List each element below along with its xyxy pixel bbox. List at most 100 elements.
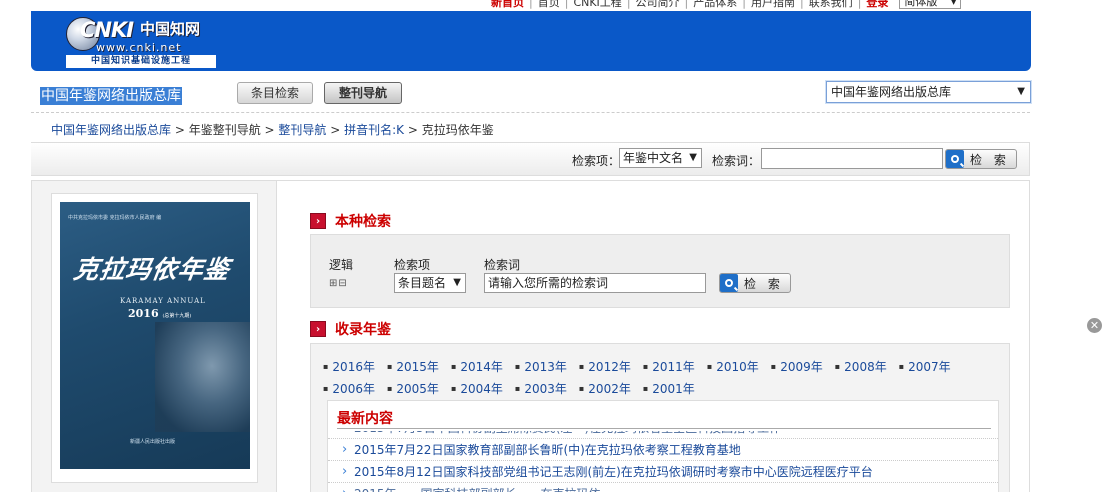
cover-english: KARAMAY ANNUAL <box>120 297 206 305</box>
year-link[interactable]: 2001年 <box>643 378 695 400</box>
cover-photo <box>155 322 250 432</box>
list-item[interactable]: 2015年……国家科技部副部长……在克拉玛依…… <box>328 483 998 492</box>
section-header-search: › 本种检索 <box>310 211 391 231</box>
breadcrumb: 中国年鉴网络出版总库 > 年鉴整刊导航 > 整刊导航 > 拼音刊名:K > 克拉… <box>51 121 494 138</box>
tab-entry-search[interactable]: 条目检索 <box>237 82 313 104</box>
tab-full-navigation[interactable]: 整刊导航 <box>324 82 402 104</box>
database-select[interactable]: 中国年鉴网络出版总库 ▼ <box>826 81 1031 103</box>
arrow-right-icon: › <box>310 213 326 229</box>
nav-new-home[interactable]: 新首页 <box>486 0 529 10</box>
breadcrumb-bar: 中国年鉴网络出版总库 > 年鉴整刊导航 > 整刊导航 > 拼音刊名:K > 克拉… <box>31 112 1030 142</box>
add-remove-row-icon[interactable]: ⊞⊟ <box>329 278 348 289</box>
year-link[interactable]: 2004年 <box>451 378 503 400</box>
section-title: 本种检索 <box>335 214 391 230</box>
breadcrumb-item[interactable]: 中国年鉴网络出版总库 <box>51 123 171 137</box>
nav-about[interactable]: 公司简介 <box>631 0 685 10</box>
year-link[interactable]: 2016年 <box>323 356 375 378</box>
field-select-value: 条目题名 <box>398 276 447 290</box>
logo-chinese: 中国知网 <box>140 20 201 38</box>
logo-url: www.cnki.net <box>96 41 182 54</box>
years-box: 2016年 2015年 2014年 2013年 2012年 2011年 2010年 2009年… <box>310 343 1010 492</box>
in-yearbook-search-form: 逻辑 检索项 检索词 ⊞⊟ 条目题名 ▼ 请输入您所需的检索词 检 索 <box>310 234 1010 308</box>
search-term-label: 检索词： <box>712 154 761 168</box>
cover-publisher-bottom: 新疆人民出版社出版 <box>130 439 176 445</box>
chevron-down-icon: ▼ <box>689 152 697 163</box>
year-link[interactable]: 2014年 <box>451 356 503 378</box>
year-link[interactable]: 2005年 <box>387 378 439 400</box>
divider <box>337 428 991 429</box>
breadcrumb-sep: > <box>326 123 345 137</box>
cnki-logo[interactable]: CNKI 中国知网 www.cnki.net 中国知识基础设施工程 <box>66 15 216 68</box>
nav-login[interactable]: 登录 <box>861 0 893 10</box>
year-link[interactable]: 2006年 <box>323 378 375 400</box>
breadcrumb-item: 年鉴整刊导航 <box>188 123 261 137</box>
nav-cnki-project[interactable]: CNKI工程 <box>568 0 626 10</box>
close-icon[interactable]: ✕ <box>1087 318 1102 333</box>
year-link[interactable]: 2013年 <box>515 356 567 378</box>
term-input[interactable]: 请输入您所需的检索词 <box>484 273 706 293</box>
chevron-down-icon: ▼ <box>453 277 461 288</box>
search-button-label: 检 索 <box>970 152 1010 167</box>
list-item[interactable]: 2015年8月12日国家科技部党组书记王志刚(前左)在克拉玛依调研时考察市中心医… <box>328 461 998 483</box>
logo-tagline: 中国知识基础设施工程 <box>66 55 216 68</box>
arrow-right-icon: › <box>310 321 326 337</box>
nav-guide[interactable]: 用户指南 <box>746 0 800 10</box>
breadcrumb-sep: > <box>171 123 189 137</box>
search-field-label: 检索项： <box>572 154 621 168</box>
year-list: 2016年 2015年 2014年 2013年 2012年 2011年 2010年 2009年… <box>323 356 1003 400</box>
page: 新首页 | 首页 | CNKI工程 | 公司简介 | 产品体系 | 用户指南 | 联系我们 |… <box>0 0 1105 492</box>
cover-year-note: (总第十九期) <box>162 313 192 319</box>
detail-column: › 本种检索 逻辑 检索项 检索词 ⊞⊟ 条目题名 ▼ 请输入您所需的检索词 检… <box>310 181 1010 492</box>
nav-home[interactable]: 首页 <box>533 0 565 10</box>
search-button[interactable]: 检 索 <box>719 273 791 293</box>
search-button[interactable]: 检 索 <box>945 149 1017 169</box>
year-link[interactable]: 2002年 <box>579 378 631 400</box>
search-button-label: 检 索 <box>744 276 784 291</box>
search-field-value: 年鉴中文名 <box>623 151 684 165</box>
main-content: 中共克拉玛依市委 克拉玛依市人民政府 编 克拉玛依年鉴 KARAMAY ANNU… <box>31 180 1030 492</box>
language-select[interactable]: 简体版 ▾ <box>899 0 962 9</box>
breadcrumb-item[interactable]: 整刊导航 <box>278 123 326 137</box>
database-title: 中国年鉴网络出版总库 <box>40 87 182 105</box>
cover-title: 克拉玛依年鉴 <box>71 255 232 284</box>
year-link[interactable]: 2011年 <box>643 356 695 378</box>
nav-contact[interactable]: 联系我们 <box>804 0 858 10</box>
latest-title: 最新内容 <box>337 411 393 427</box>
database-select-value: 中国年鉴网络出版总库 <box>831 85 952 99</box>
search-icon <box>946 150 964 168</box>
field-label: 检索项 <box>394 258 431 272</box>
chevron-down-icon: ▾ <box>950 0 957 8</box>
section-title: 收录年鉴 <box>335 322 391 338</box>
section-header-years: › 收录年鉴 <box>310 319 391 339</box>
cover-column: 中共克拉玛依市委 克拉玛依市人民政府 编 克拉玛依年鉴 KARAMAY ANNU… <box>32 181 277 492</box>
cover-frame: 中共克拉玛依市委 克拉玛依市人民政府 编 克拉玛依年鉴 KARAMAY ANNU… <box>51 193 258 483</box>
search-icon <box>720 274 738 292</box>
breadcrumb-item[interactable]: 拼音刊名:K <box>344 123 404 137</box>
chevron-down-icon: ▼ <box>1017 86 1025 97</box>
breadcrumb-sep: > <box>260 123 279 137</box>
nav-products[interactable]: 产品体系 <box>688 0 742 10</box>
year-link[interactable]: 2010年 <box>707 356 759 378</box>
list-item[interactable]: 2015年7月22日国家教育部副部长鲁昕(中)在克拉玛依考察工程教育基地 <box>328 439 998 461</box>
search-field-select[interactable]: 年鉴中文名 ▼ <box>619 148 702 168</box>
year-link[interactable]: 2003年 <box>515 378 567 400</box>
year-link[interactable]: 2007年 <box>899 356 951 378</box>
latest-content-box: 2015年7月5日中国科协副主席陈赛民(左一)在克拉玛依看望全区科技园指导工作 … <box>327 400 999 492</box>
language-value: 简体版 <box>904 0 938 8</box>
cover-year: 2016 (总第十九期) <box>128 307 191 320</box>
year-link[interactable]: 2015年 <box>387 356 439 378</box>
year-link[interactable]: 2012年 <box>579 356 631 378</box>
logic-label: 逻辑 <box>329 258 354 272</box>
cover-publisher-top: 中共克拉玛依市委 克拉玛依市人民政府 编 <box>68 215 162 221</box>
latest-header-bg <box>328 401 998 431</box>
breadcrumb-current: 克拉玛依年鉴 <box>421 123 494 137</box>
logo-brand: CNKI <box>80 18 134 42</box>
year-link[interactable]: 2008年 <box>835 356 887 378</box>
search-input[interactable] <box>761 148 943 169</box>
top-nav: 新首页 | 首页 | CNKI工程 | 公司简介 | 产品体系 | 用户指南 | 联系我们 |… <box>486 0 962 10</box>
banner: CNKI 中国知网 www.cnki.net 中国知识基础设施工程 <box>31 11 1031 71</box>
yearbook-cover-image: 中共克拉玛依市委 克拉玛依市人民政府 编 克拉玛依年鉴 KARAMAY ANNU… <box>60 202 250 469</box>
breadcrumb-sep: > <box>404 123 422 137</box>
year-link[interactable]: 2009年 <box>771 356 823 378</box>
field-select[interactable]: 条目题名 ▼ <box>394 273 466 293</box>
